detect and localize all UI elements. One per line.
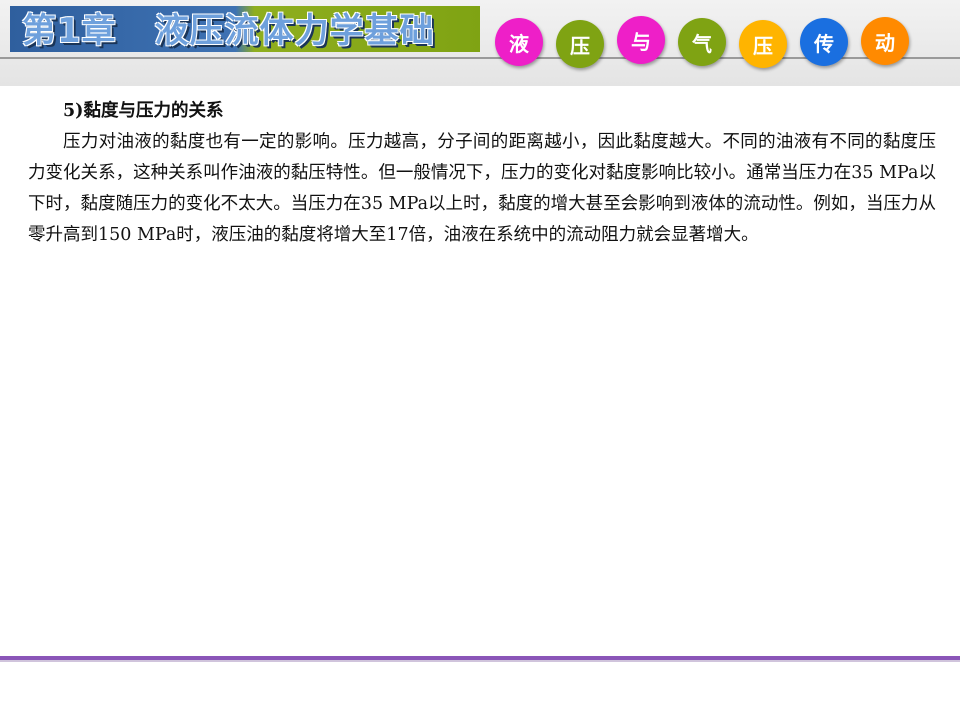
badge-circle-7: 动: [861, 17, 909, 65]
slide-content: 5)黏度与压力的关系 压力对油液的黏度也有一定的影响。压力越高，分子间的距离越小…: [28, 96, 936, 251]
section-heading: 5)黏度与压力的关系: [63, 101, 224, 121]
footer-divider-shadow: [0, 660, 960, 662]
chapter-title-banner: 第1章 液压流体力学基础: [10, 6, 480, 52]
chapter-name: 液压流体力学基础: [154, 11, 435, 51]
chapter-number: 第1章: [22, 11, 117, 51]
badge-circle-3: 与: [617, 16, 665, 64]
badge-circle-2: 压: [556, 20, 604, 68]
chapter-title: 第1章 液压流体力学基础: [22, 9, 435, 53]
slide-header: 第1章 液压流体力学基础 液 压 与 气 压 传 动: [0, 0, 960, 86]
badge-circle-1: 液: [495, 18, 543, 66]
badge-circle-5: 压: [739, 20, 787, 68]
badge-circle-4: 气: [678, 18, 726, 66]
badge-circle-6: 传: [800, 18, 848, 66]
section-body: 压力对油液的黏度也有一定的影响。压力越高，分子间的距离越小，因此黏度越大。不同的…: [28, 132, 936, 245]
